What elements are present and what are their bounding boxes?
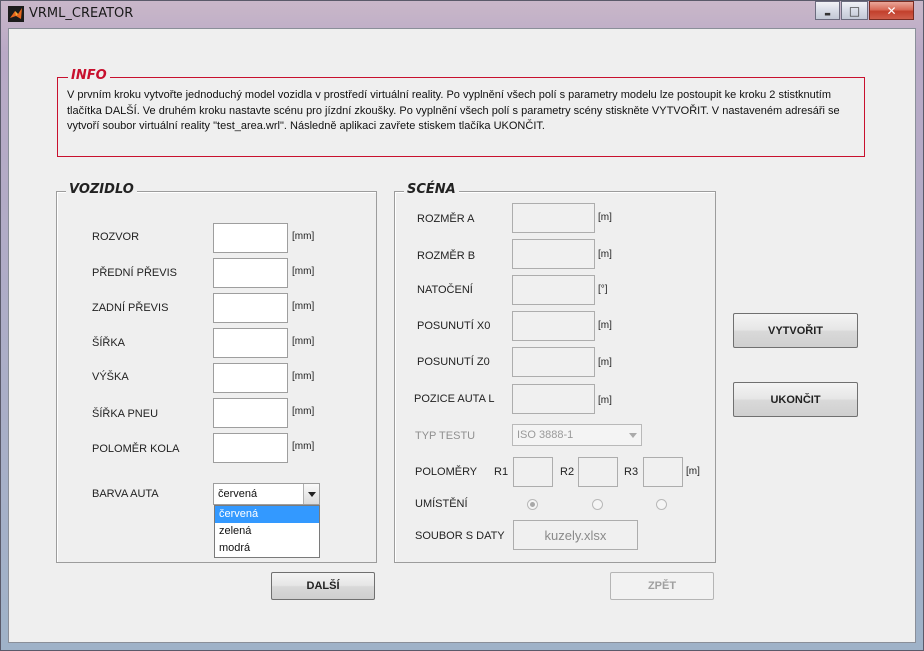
radii-label: POLOMĚRY <box>415 466 478 478</box>
close-button[interactable]: ✕ <box>869 1 914 20</box>
car-position-unit: [m] <box>598 395 612 406</box>
tire-width-label: ŠÍŘKA PNEU <box>92 408 159 420</box>
color-option-green[interactable]: zelená <box>215 523 319 540</box>
placement-radio-1[interactable] <box>527 499 538 510</box>
wheelbase-input[interactable] <box>213 223 288 253</box>
rotation-input[interactable] <box>512 275 595 305</box>
width-label: ŠÍŘKA <box>92 337 126 349</box>
title-bar[interactable]: VRML_CREATOR ▬ □ ✕ <box>0 0 924 28</box>
dimension-b-unit: [m] <box>598 249 612 260</box>
offset-x0-label: POSUNUTÍ X0 <box>417 320 491 332</box>
dimension-a-unit: [m] <box>598 212 612 223</box>
dimension-b-input[interactable] <box>512 239 595 269</box>
width-unit: [mm] <box>292 336 315 347</box>
r3-label: R3 <box>624 466 639 478</box>
placement-radio-3[interactable] <box>656 499 667 510</box>
offset-z0-input[interactable] <box>512 347 595 377</box>
offset-x0-unit: [m] <box>598 320 612 331</box>
tire-width-unit: [mm] <box>292 406 315 417</box>
front-overhang-unit: [mm] <box>292 266 315 277</box>
offset-x0-input[interactable] <box>512 311 595 341</box>
dimension-b-label: ROZMĚR B <box>417 250 476 262</box>
color-option-blue[interactable]: modrá <box>215 540 319 557</box>
r1-label: R1 <box>494 466 509 478</box>
dimension-a-label: ROZMĚR A <box>417 213 475 225</box>
rear-overhang-input[interactable] <box>213 293 288 323</box>
height-unit: [mm] <box>292 371 315 382</box>
rotation-label: NATOČENÍ <box>417 284 473 296</box>
rear-overhang-label: ZADNÍ PŘEVIS <box>92 302 169 314</box>
matlab-app-icon <box>8 6 24 22</box>
rear-overhang-unit: [mm] <box>292 301 315 312</box>
wheelbase-unit: [mm] <box>292 231 315 242</box>
window-title: VRML_CREATOR <box>29 6 134 21</box>
car-color-select[interactable]: červená <box>213 483 320 505</box>
car-color-dropdown: červená zelená modrá <box>214 505 320 558</box>
info-text: V prvním kroku vytvořte jednoduchý model… <box>67 89 840 132</box>
back-button[interactable]: ZPĚT <box>610 572 714 600</box>
vehicle-legend: VOZIDLO <box>66 182 137 197</box>
data-file-label: SOUBOR S DATY <box>415 530 505 542</box>
rotation-unit: [°] <box>598 284 608 295</box>
minimize-icon: ▬ <box>824 9 831 18</box>
car-color-selected: červená <box>218 488 258 500</box>
front-overhang-label: PŘEDNÍ PŘEVIS <box>92 267 177 279</box>
maximize-button[interactable]: □ <box>841 1 868 20</box>
chevron-down-icon[interactable] <box>303 484 319 504</box>
wheel-radius-label: POLOMĚR KOLA <box>92 443 180 455</box>
offset-z0-label: POSUNUTÍ Z0 <box>417 356 490 368</box>
dimension-a-input[interactable] <box>512 203 595 233</box>
test-type-label: TYP TESTU <box>415 430 476 442</box>
data-file-field[interactable]: kuzely.xlsx <box>513 520 638 550</box>
width-input[interactable] <box>213 328 288 358</box>
r3-input[interactable] <box>643 457 683 487</box>
height-input[interactable] <box>213 363 288 393</box>
placement-radio-2[interactable] <box>592 499 603 510</box>
color-option-red[interactable]: červená <box>215 506 319 523</box>
wheel-radius-unit: [mm] <box>292 441 315 452</box>
r2-input[interactable] <box>578 457 618 487</box>
minimize-button[interactable]: ▬ <box>815 1 840 20</box>
wheel-radius-input[interactable] <box>213 433 288 463</box>
info-legend: INFO <box>68 68 110 83</box>
test-type-selected: ISO 3888-1 <box>517 429 574 441</box>
chevron-down-icon[interactable] <box>625 425 641 445</box>
r1-input[interactable] <box>513 457 553 487</box>
close-icon: ✕ <box>886 3 897 18</box>
scene-legend: SCÉNA <box>404 182 459 197</box>
r2-label: R2 <box>560 466 575 478</box>
front-overhang-input[interactable] <box>213 258 288 288</box>
test-type-select[interactable]: ISO 3888-1 <box>512 424 642 446</box>
wheelbase-label: ROZVOR <box>92 231 140 243</box>
car-position-label: POZICE AUTA L <box>414 393 495 405</box>
create-button[interactable]: VYTVOŘIT <box>733 313 858 348</box>
height-label: VÝŠKA <box>92 371 129 383</box>
placement-label: UMÍSTĚNÍ <box>415 498 468 510</box>
tire-width-input[interactable] <box>213 398 288 428</box>
next-button[interactable]: DALŠÍ <box>271 572 375 600</box>
radii-unit: [m] <box>686 466 700 477</box>
offset-z0-unit: [m] <box>598 357 612 368</box>
car-position-input[interactable] <box>512 384 595 414</box>
quit-button[interactable]: UKONČIT <box>733 382 858 417</box>
maximize-icon: □ <box>848 3 861 18</box>
car-color-label: BARVA AUTA <box>92 488 159 500</box>
